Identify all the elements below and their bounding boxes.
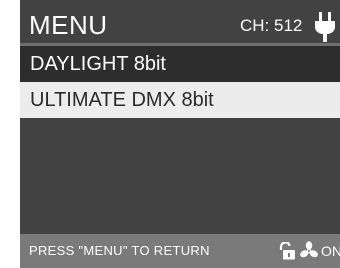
return-hint: PRESS "MENU" TO RETURN bbox=[29, 243, 210, 258]
page-title: MENU bbox=[29, 10, 108, 40]
plug-icon bbox=[315, 12, 335, 42]
menu-screen: MENU CH: 512 DAYLIGHT 8bit ULTIMATE DMX … bbox=[20, 0, 340, 268]
unlock-icon bbox=[279, 242, 295, 260]
menu-item-daylight[interactable]: DAYLIGHT 8bit bbox=[20, 46, 340, 82]
footer-bar: PRESS "MENU" TO RETURN ON bbox=[20, 234, 340, 268]
menu-item-label: DAYLIGHT 8bit bbox=[30, 53, 166, 75]
menu-item-ultimate-dmx[interactable]: ULTIMATE DMX 8bit bbox=[20, 82, 340, 118]
header-bar: MENU CH: 512 bbox=[20, 10, 340, 42]
menu-item-label: ULTIMATE DMX 8bit bbox=[30, 89, 214, 111]
fan-status: ON bbox=[321, 243, 340, 259]
channel-readout: CH: 512 bbox=[240, 16, 303, 35]
fan-icon bbox=[300, 241, 318, 258]
